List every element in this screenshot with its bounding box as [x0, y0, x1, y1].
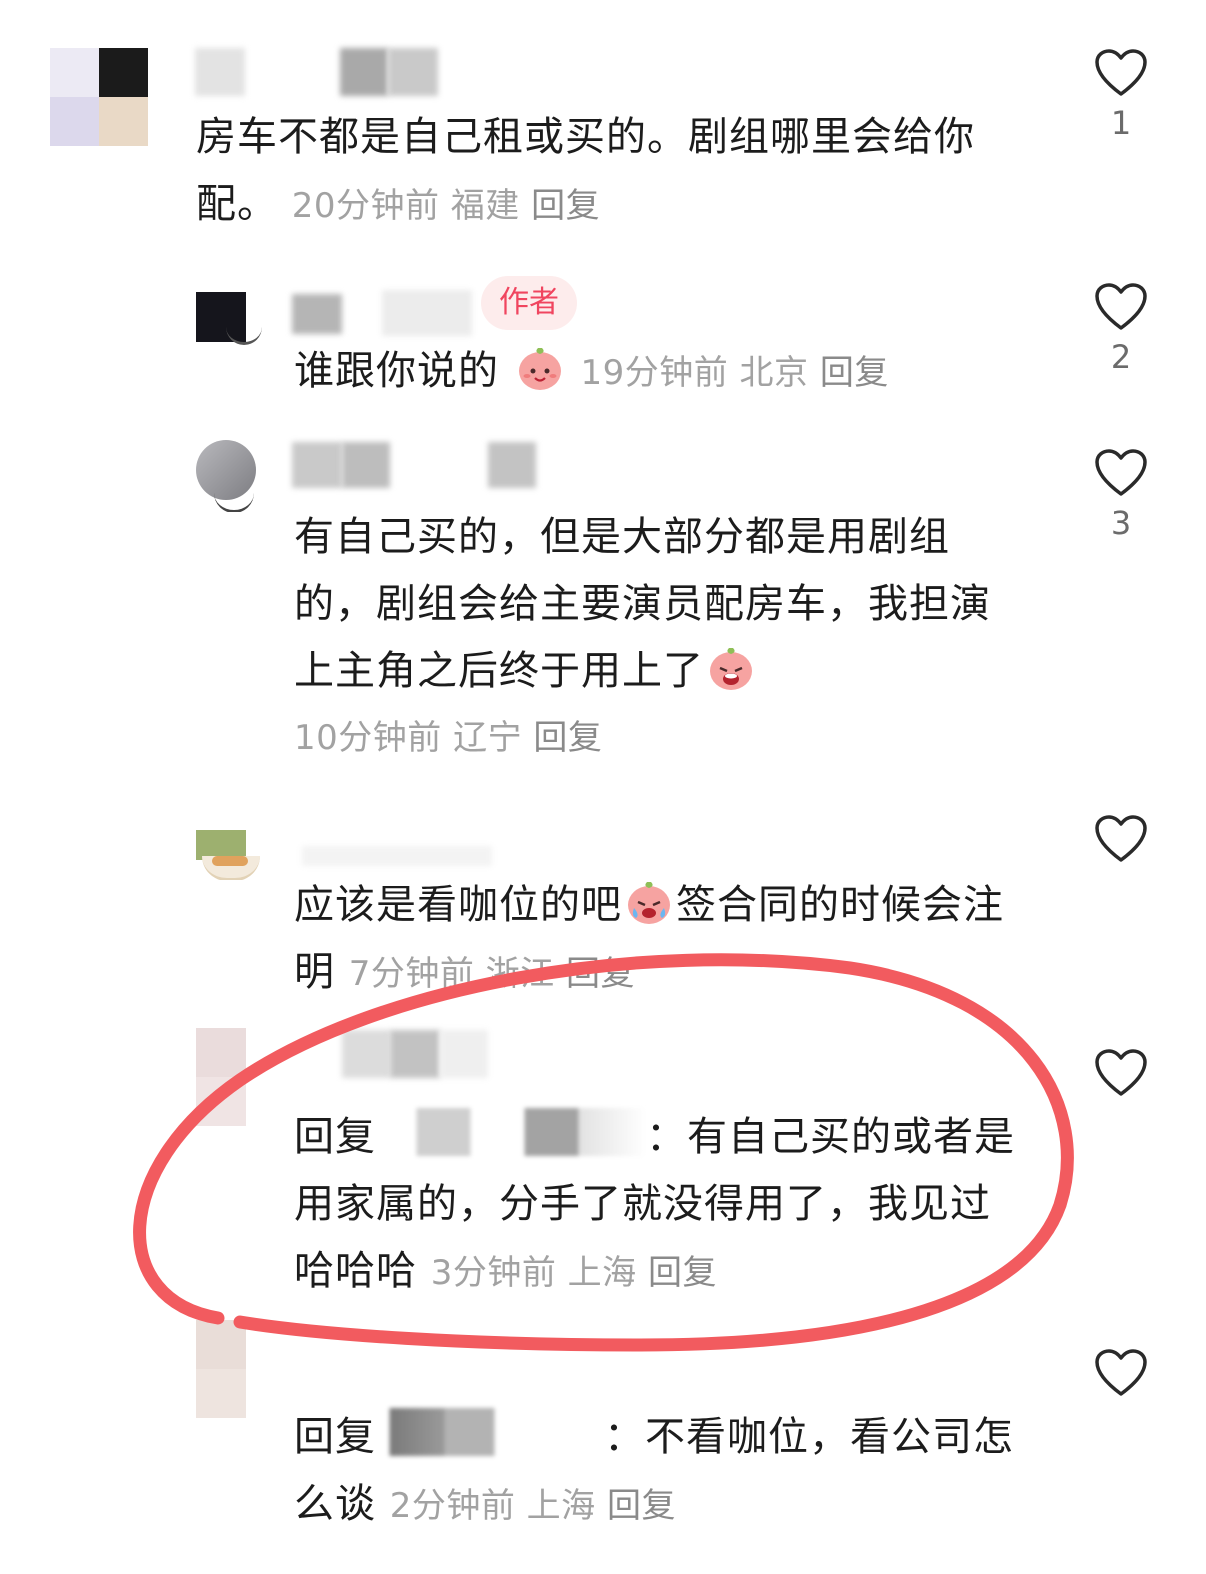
comment-time: 19分钟前: [580, 353, 729, 393]
comment-location: 辽宁: [453, 718, 523, 758]
like-button[interactable]: 1: [1086, 48, 1156, 142]
like-button[interactable]: 2: [1086, 282, 1156, 376]
comment-time: 10分钟前: [294, 718, 442, 758]
comment-location: 浙江: [485, 954, 555, 994]
like-count: 3: [1110, 504, 1132, 542]
username-blurred[interactable]: [292, 442, 542, 492]
username-blurred[interactable]: [292, 1030, 652, 1080]
username-blurred[interactable]: [292, 290, 482, 340]
like-button[interactable]: [1086, 1348, 1156, 1398]
comment-text: 谁跟你说的 19分钟前 北京 回复: [294, 338, 1074, 407]
like-button[interactable]: [1086, 814, 1156, 870]
reply-button[interactable]: 回复: [531, 186, 600, 226]
comment-time: 3分钟前: [430, 1253, 557, 1293]
heart-icon: [1095, 815, 1147, 862]
comment-meta: 7分钟前 浙江 回复: [349, 954, 635, 994]
comment-text: 回复 ：不看咖位，看公司怎 么谈 2分钟前 上海 回复: [294, 1404, 1074, 1540]
heart-icon: [1095, 1349, 1147, 1396]
comment-time: 2分钟前: [389, 1486, 516, 1526]
author-badge: 作者: [481, 276, 577, 330]
comment-location: 北京: [739, 353, 809, 393]
comment-meta: 20分钟前 福建 回复: [292, 186, 600, 226]
avatar[interactable]: [196, 292, 264, 346]
avatar[interactable]: [196, 830, 266, 880]
comment-text: 房车不都是自己租或买的。剧组哪里会给你 配。 20分钟前 福建 回复: [196, 114, 975, 227]
heart-icon: [1095, 283, 1147, 330]
comment-time: 7分钟前: [348, 954, 475, 994]
comment-location: 福建: [450, 186, 520, 226]
reply-button[interactable]: 回复: [648, 1253, 717, 1293]
heart-icon: [1095, 49, 1147, 96]
crying-face-emoji: [628, 882, 670, 924]
reply-prefix: 回复: [294, 1114, 376, 1160]
comment-text: 应该是看咖位的吧 签合同的时候会注 明 7分钟前 浙江 回复: [294, 872, 1074, 1008]
avatar[interactable]: [196, 1028, 246, 1126]
like-button[interactable]: [1086, 1048, 1156, 1098]
avatar[interactable]: [196, 1320, 246, 1418]
comment-text: 有自己买的，但是大部分都是用剧组 的，剧组会给主要演员配房车，我担演 上主角之后…: [294, 504, 1074, 772]
comment-meta: 10分钟前 辽宁 回复: [294, 705, 1074, 772]
username-blurred[interactable]: [195, 48, 455, 98]
reply-button[interactable]: 回复: [820, 353, 889, 393]
comment-meta: 3分钟前 上海 回复: [431, 1253, 717, 1293]
comment-location: 上海: [567, 1253, 637, 1293]
reply-button[interactable]: 回复: [566, 954, 635, 994]
reply-button[interactable]: 回复: [607, 1486, 676, 1526]
heart-icon: [1095, 449, 1147, 496]
baby-face-emoji: [518, 348, 561, 390]
avatar[interactable]: [196, 440, 264, 512]
mentioned-user-blurred[interactable]: [376, 1108, 646, 1156]
mentioned-user-blurred[interactable]: [376, 1408, 604, 1456]
like-count: 2: [1110, 338, 1132, 376]
comment-time: 20分钟前: [291, 186, 440, 226]
like-count: 1: [1110, 104, 1132, 142]
comment-text: 回复 ：有自己买的或者是 用家属的，分手了就没得用了，我见过 哈哈哈 3分钟前 上…: [294, 1104, 1074, 1307]
comment-meta: 2分钟前 上海 回复: [390, 1486, 676, 1526]
heart-icon: [1095, 1049, 1147, 1096]
crying-face-emoji: [710, 648, 752, 690]
like-button[interactable]: 3: [1086, 448, 1156, 542]
reply-prefix: 回复: [294, 1414, 376, 1460]
avatar[interactable]: [50, 48, 148, 146]
comment-meta: 19分钟前 北京 回复: [580, 353, 888, 393]
reply-button[interactable]: 回复: [533, 718, 602, 758]
comment-location: 上海: [526, 1486, 596, 1526]
